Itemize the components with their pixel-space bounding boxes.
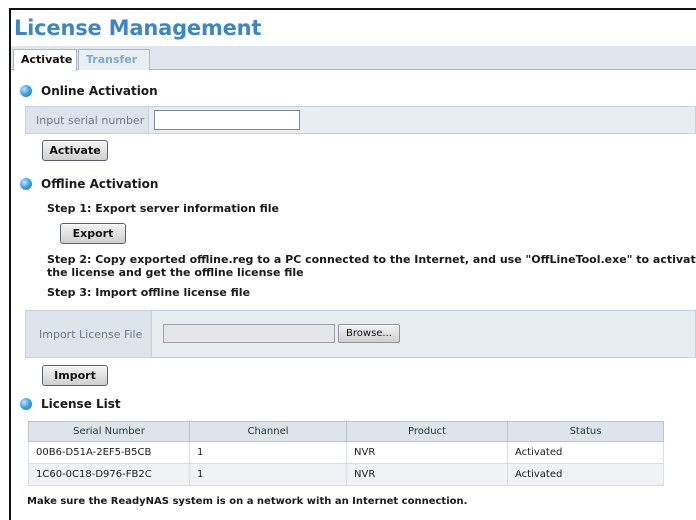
license-list-label: License List (41, 397, 121, 411)
serial-number-label: Input serial number (26, 107, 149, 133)
column-header-channel: Channel (189, 421, 347, 442)
tab-activate[interactable]: Activate (13, 49, 77, 71)
network-requirement-note: Make sure the ReadyNAS system is on a ne… (27, 496, 468, 507)
table-row: 1C60-0C18-D976-FB2C 1 NVR Activated (28, 463, 664, 486)
status-cell: Activated (507, 463, 664, 486)
import-license-label: Import License File (26, 311, 152, 357)
status-cell: Activated (507, 441, 664, 464)
offline-activation-label: Offline Activation (41, 177, 159, 191)
blue-circle-bullet-icon (20, 398, 32, 410)
serial-cell: 1C60-0C18-D976-FB2C (28, 463, 190, 486)
blue-circle-bullet-icon (20, 178, 32, 190)
tab-bar: Activate Transfer (11, 46, 696, 71)
channel-cell: 1 (189, 441, 347, 464)
license-table: Serial Number Channel Product Status 00B… (28, 421, 664, 486)
column-header-serial: Serial Number (28, 421, 190, 442)
page-title: License Management (14, 16, 262, 40)
license-list-heading: License List (20, 396, 121, 412)
step-1-text: Step 1: Export server information file (47, 202, 279, 215)
channel-cell: 1 (189, 463, 347, 486)
import-button[interactable]: Import (42, 365, 108, 386)
table-header-row: Serial Number Channel Product Status (28, 421, 664, 442)
column-header-product: Product (346, 421, 508, 442)
export-button[interactable]: Export (60, 223, 126, 244)
activate-button[interactable]: Activate (42, 140, 108, 161)
serial-cell: 00B6-D51A-2EF5-B5CB (28, 441, 190, 464)
product-cell: NVR (346, 463, 508, 486)
table-row: 00B6-D51A-2EF5-B5CB 1 NVR Activated (28, 441, 664, 464)
tab-transfer[interactable]: Transfer (78, 49, 150, 70)
product-cell: NVR (346, 441, 508, 464)
online-activation-label: Online Activation (41, 84, 158, 98)
step-2-text-line1: Step 2: Copy exported offline.reg to a P… (47, 253, 696, 266)
step-2-text-line2: the license and get the offline license … (47, 266, 304, 279)
offline-activation-heading: Offline Activation (20, 176, 158, 192)
blue-circle-bullet-icon (20, 85, 32, 97)
online-activation-heading: Online Activation (20, 83, 158, 99)
serial-number-input[interactable] (154, 110, 300, 130)
step-3-text: Step 3: Import offline license file (47, 286, 251, 299)
serial-number-row: Input serial number (25, 106, 696, 134)
license-file-path-field[interactable] (163, 324, 335, 343)
column-header-status: Status (507, 421, 664, 442)
browse-button[interactable]: Browse... (338, 324, 400, 343)
